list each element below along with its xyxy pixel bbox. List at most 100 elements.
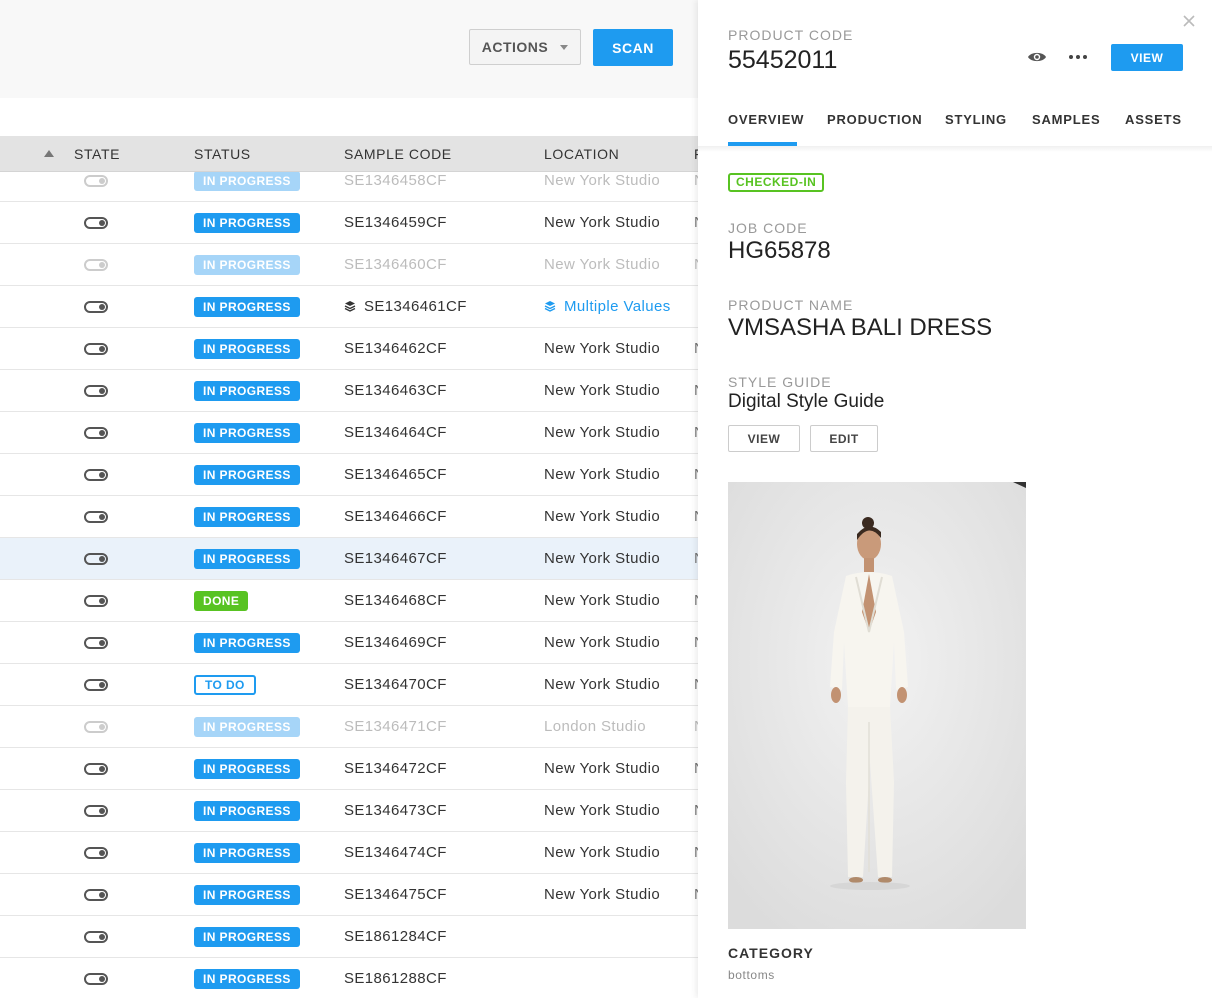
location-cell: New York Studio <box>544 466 661 483</box>
state-toggle-icon[interactable] <box>84 553 108 565</box>
state-toggle-icon[interactable] <box>84 301 108 313</box>
state-toggle-icon[interactable] <box>84 805 108 817</box>
state-toggle-icon[interactable] <box>84 217 108 229</box>
table-row[interactable]: IN PROGRESSSE1346466CFNew York StudioN <box>0 496 698 538</box>
location-cell: New York Studio <box>544 340 661 357</box>
status-badge: IN PROGRESS <box>194 549 300 569</box>
column-header-status[interactable]: STATUS <box>194 146 251 162</box>
toolbar-gap <box>0 98 698 136</box>
status-badge: IN PROGRESS <box>194 507 300 527</box>
status-badge: IN PROGRESS <box>194 423 300 443</box>
sample-code-cell: SE1346458CF <box>344 172 447 189</box>
location-cell: New York Studio <box>544 676 661 693</box>
state-toggle-icon[interactable] <box>84 343 108 355</box>
multiple-values-link[interactable]: Multiple Values <box>544 298 671 315</box>
table-row[interactable]: TO DOSE1346470CFNew York StudioN <box>0 664 698 706</box>
caret-down-icon <box>560 44 569 50</box>
table-row[interactable]: IN PROGRESSSE1346460CFNew York StudioN <box>0 244 698 286</box>
table-row[interactable]: IN PROGRESS SE1861284CF <box>0 916 698 958</box>
sample-code-cell: SE1346464CF <box>344 424 447 441</box>
location-cell: New York Studio <box>544 172 661 189</box>
job-code-label: JOB CODE <box>728 220 808 236</box>
table-row[interactable]: IN PROGRESSSE1346467CFNew York StudioN <box>0 538 698 580</box>
state-toggle-icon[interactable] <box>84 763 108 775</box>
eye-icon[interactable] <box>1027 50 1047 64</box>
actions-dropdown-button[interactable]: ACTIONS <box>469 29 581 65</box>
toolbar: ACTIONS SCAN <box>0 0 698 98</box>
location-cell: New York Studio <box>544 886 661 903</box>
tab-production[interactable]: PRODUCTION <box>827 112 922 127</box>
style-guide-edit-button[interactable]: EDIT <box>810 425 878 452</box>
tab-samples[interactable]: SAMPLES <box>1032 112 1100 127</box>
state-toggle-icon[interactable] <box>84 511 108 523</box>
state-toggle-icon[interactable] <box>84 889 108 901</box>
location-cell: New York Studio <box>544 634 661 651</box>
table-row[interactable]: IN PROGRESSSE1346471CFLondon StudioN <box>0 706 698 748</box>
state-toggle-icon[interactable] <box>84 679 108 691</box>
layers-icon <box>344 301 356 312</box>
close-icon[interactable] <box>1182 14 1196 28</box>
layers-icon <box>544 301 556 312</box>
table-row[interactable]: IN PROGRESSSE1346474CFNew York StudioN <box>0 832 698 874</box>
table-row[interactable]: DONESE1346468CFNew York StudioN <box>0 580 698 622</box>
column-header-state[interactable]: STATE <box>74 146 120 162</box>
table-row[interactable]: IN PROGRESSSE1346469CFNew York StudioN <box>0 622 698 664</box>
state-toggle-icon[interactable] <box>84 931 108 943</box>
tab-overview[interactable]: OVERVIEW <box>728 112 804 127</box>
table-row[interactable]: IN PROGRESSSE1346465CFNew York StudioN <box>0 454 698 496</box>
tab-assets[interactable]: ASSETS <box>1125 112 1182 127</box>
sample-code-cell: SE1346463CF <box>344 382 447 399</box>
table-row[interactable]: IN PROGRESSSE1346459CFNew York StudioN <box>0 202 698 244</box>
product-code-label: PRODUCT CODE <box>728 27 854 43</box>
tab-styling[interactable]: STYLING <box>945 112 1007 127</box>
state-toggle-icon[interactable] <box>84 595 108 607</box>
sample-code-cell: SE1346468CF <box>344 592 447 609</box>
sample-code-text: SE1346461CF <box>364 298 467 315</box>
status-badge: IN PROGRESS <box>194 969 300 989</box>
state-toggle-icon[interactable] <box>84 469 108 481</box>
table-header: STATE STATUS SAMPLE CODE LOCATION F <box>0 136 703 172</box>
product-image <box>728 482 1026 929</box>
sample-code-cell: SE1346475CF <box>344 886 447 903</box>
location-cell: New York Studio <box>544 592 661 609</box>
status-badge: TO DO <box>194 675 256 695</box>
table-row[interactable]: IN PROGRESS SE1861288CF <box>0 958 698 998</box>
style-guide-view-button[interactable]: VIEW <box>728 425 800 452</box>
table-row[interactable]: IN PROGRESSSE1346475CFNew York StudioN <box>0 874 698 916</box>
table-body: IN PROGRESSSE1346458CFNew York StudioNIN… <box>0 172 698 998</box>
state-toggle-icon[interactable] <box>84 427 108 439</box>
column-header-location[interactable]: LOCATION <box>544 146 619 162</box>
location-cell: London Studio <box>544 718 646 735</box>
table-row[interactable]: IN PROGRESS SE1346461CF Multiple Values <box>0 286 698 328</box>
status-badge: IN PROGRESS <box>194 255 300 275</box>
table-row[interactable]: IN PROGRESSSE1346464CFNew York StudioN <box>0 412 698 454</box>
location-cell: New York Studio <box>544 424 661 441</box>
more-options-icon[interactable] <box>1068 54 1088 60</box>
product-code-value: 55452011 <box>728 46 838 74</box>
product-name-value: VMSASHA BALI DRESS <box>728 314 993 341</box>
category-value: bottoms <box>728 968 775 982</box>
state-toggle-icon[interactable] <box>84 847 108 859</box>
state-toggle-icon[interactable] <box>84 973 108 985</box>
sort-ascending-icon[interactable] <box>44 150 54 157</box>
state-toggle-icon[interactable] <box>84 259 108 271</box>
table-row[interactable]: IN PROGRESSSE1346473CFNew York StudioN <box>0 790 698 832</box>
state-toggle-icon[interactable] <box>84 175 108 187</box>
status-badge: IN PROGRESS <box>194 843 300 863</box>
state-toggle-icon[interactable] <box>84 721 108 733</box>
column-header-sample-code[interactable]: SAMPLE CODE <box>344 146 452 162</box>
scan-button[interactable]: SCAN <box>593 29 673 66</box>
status-badge: IN PROGRESS <box>194 885 300 905</box>
state-toggle-icon[interactable] <box>84 637 108 649</box>
detail-panel: PRODUCT CODE 55452011 VIEW OVERVIEW PROD… <box>698 0 1212 998</box>
table-row[interactable]: IN PROGRESSSE1346472CFNew York StudioN <box>0 748 698 790</box>
sample-code-cell: SE1346474CF <box>344 844 447 861</box>
state-toggle-icon[interactable] <box>84 385 108 397</box>
table-row[interactable]: IN PROGRESSSE1346462CFNew York StudioN <box>0 328 698 370</box>
sample-code-cell: SE1861288CF <box>344 970 447 987</box>
table-row[interactable]: IN PROGRESSSE1346458CFNew York StudioN <box>0 172 698 202</box>
table-row[interactable]: IN PROGRESSSE1346463CFNew York StudioN <box>0 370 698 412</box>
status-badge: IN PROGRESS <box>194 717 300 737</box>
location-cell: New York Studio <box>544 550 661 567</box>
view-product-button[interactable]: VIEW <box>1111 44 1183 71</box>
